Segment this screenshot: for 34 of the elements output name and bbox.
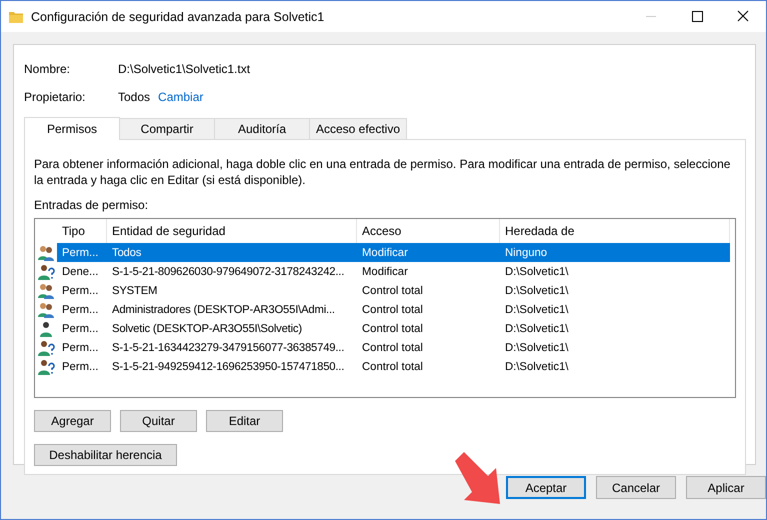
tab[interactable]: Acceso efectivo [309,118,407,139]
unknown-user-icon [37,358,55,374]
unknown-user-icon [37,264,55,280]
entry-button[interactable]: Quitar [120,410,197,432]
users-icon [37,302,55,318]
dialog-button[interactable]: Aceptar [506,476,586,499]
permission-entry[interactable]: Perm... Administradores (DESKTOP-AR3O55I\Admi... Control total D:\Solvetic1\ [57,300,730,319]
permission-entry[interactable]: Perm... Todos Modificar Ninguno [57,243,730,262]
permission-entry[interactable]: Perm... SYSTEM Control total D:\Solvetic1\ [57,281,730,300]
window-title: Configuración de seguridad avanzada para Solvetic1 [31,10,326,24]
description-text: Para obtener información adicional, haga doble clic en una entrada de permiso. Para modificar una entrada de permiso, seleccione la entrada y haga clic en Editar (si está disponible). [34,156,732,188]
tab[interactable]: Auditoría [214,118,310,139]
field-value: D:\Solvetic1\Solvetic1.txt [118,62,250,76]
permission-entry[interactable]: Perm... S-1-5-21-949259412-1696253950-157471850... Control total D:\Solvetic1\ [57,357,730,376]
dialog-button[interactable]: Aplicar [686,476,766,499]
unknown-user-icon [37,340,55,356]
users-icon [37,244,55,260]
entry-button[interactable]: Editar [206,410,283,432]
tab[interactable]: Permisos [24,117,120,140]
field-label: Propietario: [24,90,86,104]
disable-inheritance-button[interactable]: Deshabilitar herencia [34,444,177,466]
change-link[interactable]: Cambiar [158,90,204,104]
dialog-button[interactable]: Cancelar [596,476,676,499]
users-icon [37,282,55,298]
permission-entry[interactable]: Perm... Solvetic (DESKTOP-AR3O55I\Solvetic) Control total D:\Solvetic1\ [57,319,730,338]
tab[interactable]: Compartir [119,118,215,139]
field-label: Nombre: [24,62,72,76]
permission-entry[interactable]: Dene... S-1-5-21-809626030-979649072-3178243242... Modificar D:\Solvetic1\ [57,262,730,281]
field-value: Todos [118,90,150,104]
permission-entry[interactable]: Perm... S-1-5-21-1634423279-3479156077-36385749... Control total D:\Solvetic1\ [57,338,730,357]
folder-icon [9,10,23,22]
entries-label: Entradas de permiso: [34,198,150,212]
entry-button[interactable]: Agregar [34,410,111,432]
user-icon [37,320,55,336]
